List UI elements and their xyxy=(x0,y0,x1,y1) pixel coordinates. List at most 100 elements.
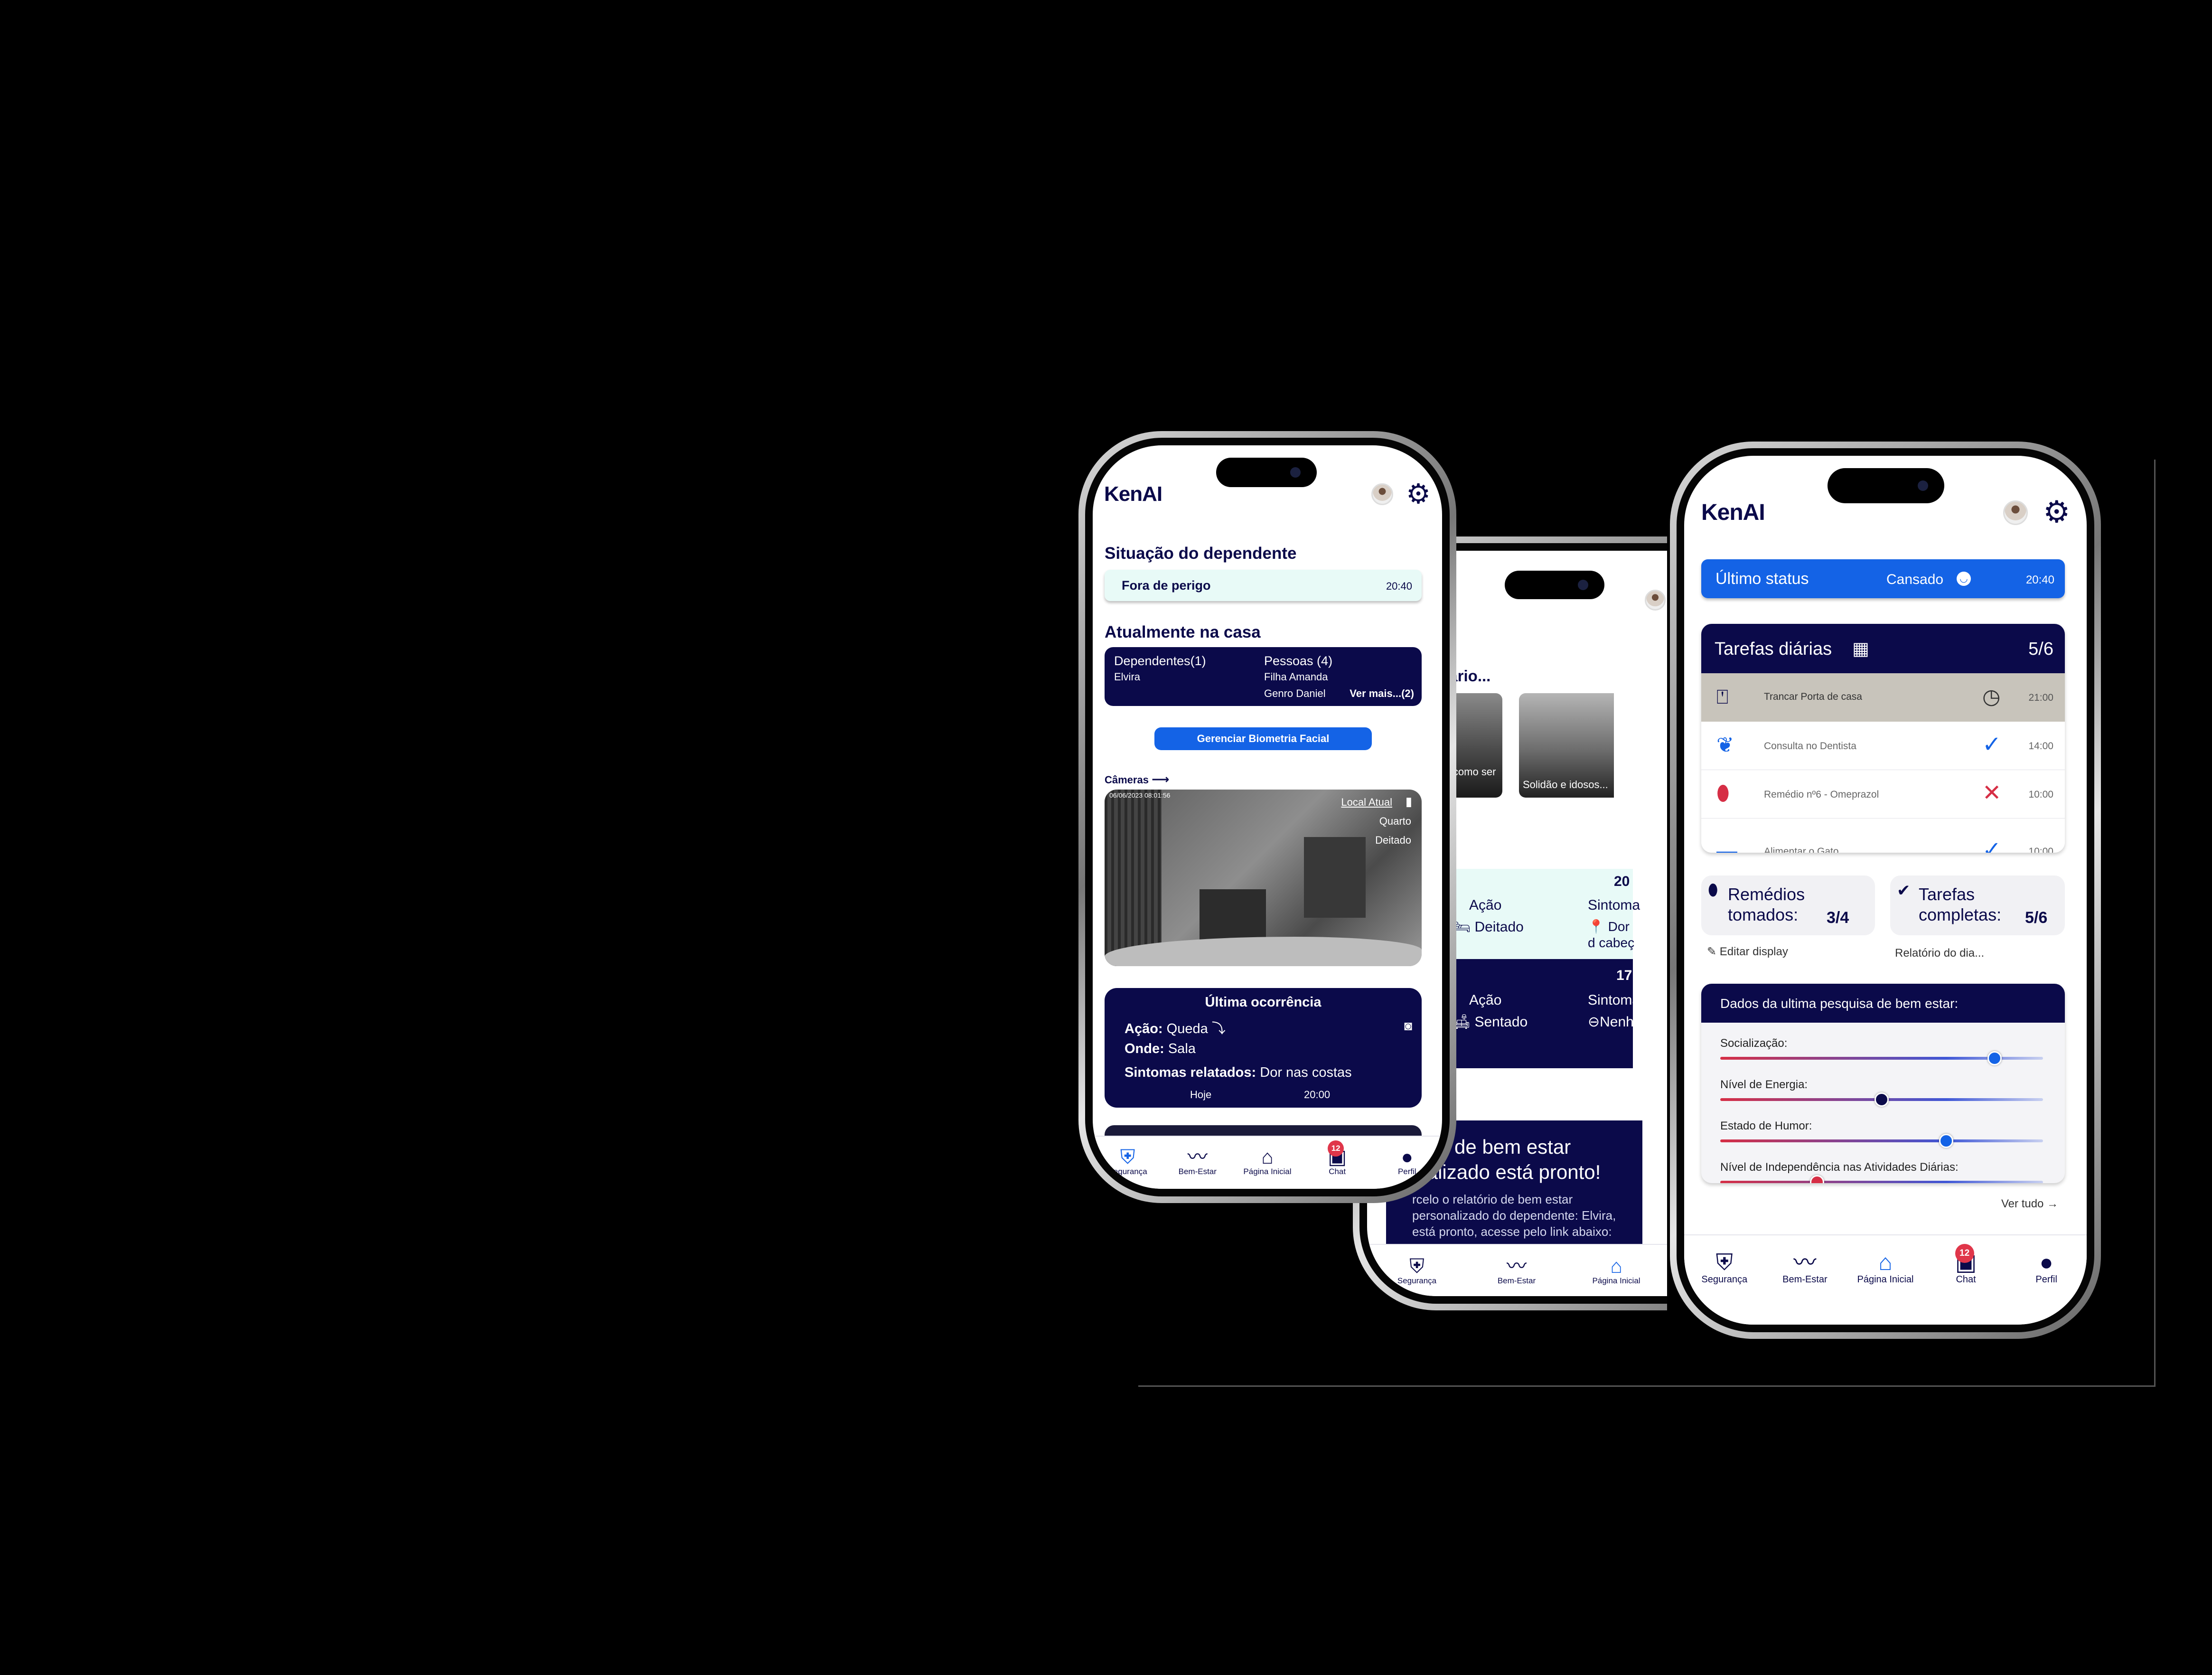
ocorrencia-acao: Ação: Queda ⤵ xyxy=(1125,1021,1226,1036)
gear-icon[interactable]: ⚙ xyxy=(2043,497,2070,527)
casa-title: Atualmente na casa xyxy=(1105,623,1261,641)
survey-label: Nível de Independência nas Atividades Di… xyxy=(1720,1161,1959,1174)
gear-icon[interactable]: ⚙ xyxy=(1406,480,1431,508)
nav-perfil[interactable]: ● Perfil xyxy=(2011,1252,2082,1285)
chat-badge: 12 xyxy=(1328,1140,1344,1157)
camera-icon[interactable]: ◙ xyxy=(1404,1018,1412,1034)
dynamic-island xyxy=(1505,571,1604,599)
camera-shutter xyxy=(1105,790,1162,966)
heartbeat-icon: 〰 xyxy=(1187,1146,1208,1168)
tarefas-completas-card[interactable]: ✔ Tarefas completas: 5/6 xyxy=(1890,875,2065,935)
cameras-link[interactable]: Câmeras ⟶ xyxy=(1105,772,1169,787)
survey-slider-knob[interactable] xyxy=(1810,1175,1824,1183)
survey-label: Estado de Humor: xyxy=(1720,1120,1812,1132)
biometria-button[interactable]: Gerenciar Biometria Facial xyxy=(1154,727,1372,750)
shield-icon: ⛨ xyxy=(1120,1146,1135,1168)
task-row[interactable]: ❦ Consulta no Dentista ✓ 14:00 xyxy=(1701,722,2065,770)
arrow-right-icon: ⟶ xyxy=(1152,772,1170,786)
frame-line-bottom xyxy=(1138,1385,2155,1387)
home-icon: ⌂ xyxy=(1610,1255,1622,1277)
nav-seguranca[interactable]: ⛨ Segurança xyxy=(1388,1256,1445,1286)
survey-slider-knob[interactable] xyxy=(1987,1051,2002,1065)
pill-icon: ⬮ xyxy=(1708,881,1718,899)
fall-icon: ⤵ xyxy=(1211,1021,1226,1036)
survey-label: Socialização: xyxy=(1720,1037,1788,1050)
calendar-icon: ▦ xyxy=(1852,639,1869,659)
survey-label: Nível de Energia: xyxy=(1720,1078,1808,1091)
nav-bem-estar[interactable]: 〰 Bem-Estar xyxy=(1488,1256,1545,1286)
nav-seguranca[interactable]: ⛨ Segurança xyxy=(1689,1252,1760,1285)
heartbeat-icon: 〰 xyxy=(1793,1250,1817,1275)
app-logo: KenAI xyxy=(1104,482,1162,506)
check-circle-icon: ✔ xyxy=(1897,882,1911,900)
ocorrencia-sintomas: Sintomas relatados: Dor nas costas xyxy=(1125,1065,1352,1080)
nav-pagina-inicial[interactable]: ⌂ Página Inicial xyxy=(1588,1256,1645,1286)
article-card-3[interactable]: Solidão e idosos... xyxy=(1519,693,1614,798)
frame-line-right xyxy=(2154,460,2156,1387)
camera-feed[interactable]: 06/06/2023 08:01:56 Local Atual ▮ Quarto… xyxy=(1105,790,1422,966)
tooth-icon: ❦ xyxy=(1716,734,1734,757)
nav-bem-estar[interactable]: 〰 Bem-Estar xyxy=(1769,1252,1840,1285)
home-icon: ⌂ xyxy=(1261,1146,1274,1168)
ver-mais-link[interactable]: Ver mais...(2) xyxy=(1350,687,1414,700)
phone-left-screen: KenAI ⚙ Situação do dependente Fora de p… xyxy=(1093,445,1442,1189)
tarefas-card: Tarefas diárias ▦ 5/6 ⍞ Trancar Porta de… xyxy=(1701,624,2065,853)
avatar[interactable] xyxy=(1371,483,1393,505)
row2-acao: 🛋 Sentado xyxy=(1453,1014,1528,1030)
nav-chat[interactable]: 12▣Chat xyxy=(1306,1140,1368,1176)
task-row[interactable]: ⬮ Remédio nº6 - Omeprazol ✕ 10:00 xyxy=(1701,770,2065,819)
clock-icon: ◷ xyxy=(1982,685,2001,708)
app-logo: KenAI xyxy=(1701,500,1765,525)
dependente-elvira: Elvira xyxy=(1114,671,1141,683)
nav-seguranca[interactable]: ⛨ Segurança xyxy=(1097,1147,1159,1176)
pesquisa-header: Dados da ultima pesquisa de bem estar: xyxy=(1701,984,2065,1023)
row1-acao: 🛏 Deitado xyxy=(1453,919,1524,935)
dynamic-island xyxy=(1828,468,1944,503)
row1-sintoma: 📍 Dor d cabeç xyxy=(1588,919,1635,950)
nav-perfil[interactable]: ● Perfil xyxy=(1376,1147,1438,1176)
task-row[interactable]: ▬ Alimentar o Gato ✓ 10:00 xyxy=(1701,819,2065,853)
pesquisa-card: Dados da ultima pesquisa de bem estar: S… xyxy=(1701,984,2065,1183)
nav-pagina-inicial[interactable]: ⌂ Página Inicial xyxy=(1237,1147,1298,1176)
task-row[interactable]: ⍞ Trancar Porta de casa ◷ 21:00 xyxy=(1701,673,2065,722)
survey-slider-track xyxy=(1720,1139,2043,1142)
pencil-icon: ✎ xyxy=(1707,945,1717,958)
avatar[interactable] xyxy=(2003,500,2028,525)
survey-slider-track xyxy=(1720,1181,2043,1183)
cross-icon: ✕ xyxy=(1982,781,2002,806)
ocorrencia-onde: Onde: Sala xyxy=(1125,1041,1196,1056)
shield-icon: ⛨ xyxy=(1715,1250,1733,1275)
map-icon: ▮ xyxy=(1405,794,1412,809)
relatorio-dia-link[interactable]: Relatório do dia... xyxy=(1895,947,1984,960)
nav-pagina-inicial[interactable]: ⌂ Página Inicial xyxy=(1850,1252,1921,1285)
avatar[interactable] xyxy=(1645,590,1666,611)
camera-chair xyxy=(1200,889,1266,941)
door-icon: ⍞ xyxy=(1716,686,1729,708)
situacao-title: Situação do dependente xyxy=(1105,544,1297,563)
ver-tudo-link[interactable]: Ver tudo → xyxy=(2001,1197,2058,1211)
nav-bem-estar[interactable]: 〰 Bem-Estar xyxy=(1167,1147,1228,1176)
bottom-nav: ⛨Segurança 〰Bem-Estar ⌂Página Inicial 12… xyxy=(1684,1234,2087,1325)
ocorrencia-card[interactable]: Última ocorrência Ação: Queda ⤵ ◙ Onde: … xyxy=(1105,988,1422,1108)
none-icon: ⊖ xyxy=(1588,1014,1600,1030)
phone-right-screen: KenAI ⚙ Último status Cansado ◡ 20:40 Ta… xyxy=(1684,456,2087,1325)
phone-right: KenAI ⚙ Último status Cansado ◡ 20:40 Ta… xyxy=(1670,442,2101,1339)
row2-sintoma: ⊖Nenhu xyxy=(1588,1014,1642,1030)
phone-left: KenAI ⚙ Situação do dependente Fora de p… xyxy=(1078,431,1456,1203)
person-icon: ● xyxy=(1401,1146,1414,1168)
survey-slider-knob[interactable] xyxy=(1875,1092,1889,1107)
survey-slider-knob[interactable] xyxy=(1939,1134,1953,1148)
cat-food-icon: ▬ xyxy=(1716,839,1737,853)
casa-card[interactable]: Dependentes(1) Elvira Pessoas (4) Filha … xyxy=(1105,647,1422,706)
remedios-card[interactable]: ⬮ Remédios tomados: 3/4 xyxy=(1701,875,1875,935)
tired-face-icon: ◡ xyxy=(1957,572,1971,586)
situacao-status-card[interactable]: Fora de perigo 20:40 xyxy=(1105,570,1422,601)
pin-icon: 📍 xyxy=(1588,919,1604,934)
shield-icon: ⛨ xyxy=(1409,1255,1425,1277)
dynamic-island xyxy=(1216,458,1317,487)
editar-display-link[interactable]: ✎ Editar display xyxy=(1707,945,1788,959)
home-icon: ⌂ xyxy=(1878,1250,1893,1275)
ultimo-status-card[interactable]: Último status Cansado ◡ 20:40 xyxy=(1701,559,2065,598)
tarefas-header: Tarefas diárias ▦ 5/6 xyxy=(1701,624,2065,673)
nav-chat[interactable]: 12▣Chat xyxy=(1931,1244,2002,1285)
